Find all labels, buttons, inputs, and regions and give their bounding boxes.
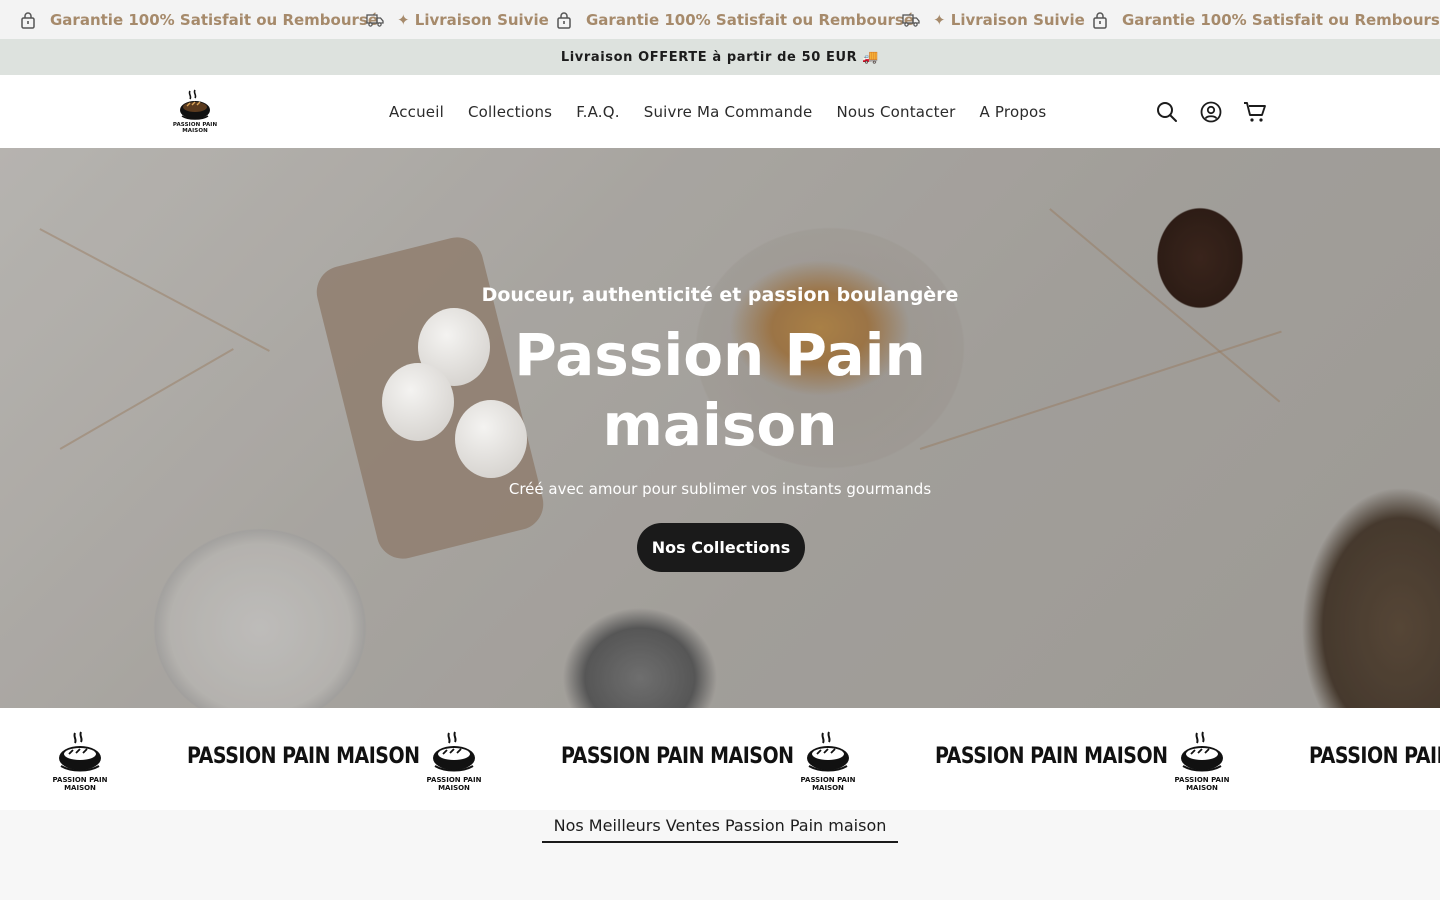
- brand-logo-caption: PASSION PAIN MAISON: [1174, 776, 1230, 792]
- cart-button[interactable]: [1242, 99, 1268, 125]
- hero-title-line2: maison: [602, 391, 838, 459]
- brand-logo: PASSION PAIN MAISON: [417, 730, 491, 792]
- account-button[interactable]: [1198, 99, 1224, 125]
- best-sellers-section: Nos Meilleurs Ventes Passion Pain maison: [0, 810, 1440, 900]
- lock-icon: [557, 11, 571, 29]
- hero-title: Passion Pain maison: [0, 320, 1440, 460]
- brand-logo-caption: PASSION PAIN MAISON: [800, 776, 856, 792]
- nav-a-propos[interactable]: A Propos: [968, 103, 1059, 121]
- ticker-item-delivery: ✦ Livraison Suivie: [366, 0, 549, 39]
- cart-icon: [1244, 102, 1266, 122]
- tab-best-sellers[interactable]: Nos Meilleurs Ventes Passion Pain maison: [542, 810, 898, 843]
- brand-wordmark: PASSION PAIN MAISON: [187, 743, 420, 769]
- ticker-text: Garantie 100% Satisfait ou Remboursé: [586, 10, 915, 29]
- nav-suivre-commande[interactable]: Suivre Ma Commande: [632, 103, 825, 121]
- nav-nous-contacter[interactable]: Nous Contacter: [824, 103, 967, 121]
- announcement-bar: Livraison OFFERTE à partir de 50 EUR 🚚: [0, 39, 1440, 75]
- header-icons: [1136, 99, 1268, 125]
- search-button[interactable]: [1154, 99, 1180, 125]
- ticker-item-delivery: ✦ Livraison Suivie: [902, 0, 1085, 39]
- site-header: PASSION PAIN MAISON Accueil Collections …: [0, 75, 1440, 148]
- search-icon: [1157, 102, 1177, 122]
- ticker-text: ✦ Livraison Suivie: [933, 10, 1085, 29]
- brand-wordmark: PASSION PAIN MAISON: [1309, 743, 1440, 769]
- main-nav: Accueil Collections F.A.Q. Suivre Ma Com…: [377, 75, 1058, 148]
- account-icon: [1200, 101, 1222, 123]
- lock-icon: [1093, 11, 1107, 29]
- truck-icon: [902, 13, 920, 27]
- ticker-text: ✦ Livraison Suivie: [397, 10, 549, 29]
- hero-banner: Douceur, authenticité et passion boulang…: [0, 148, 1440, 708]
- brand-logo: PASSION PAIN MAISON: [791, 730, 865, 792]
- site-logo[interactable]: PASSION PAIN MAISON: [168, 88, 222, 134]
- brand-logo-caption: PASSION PAIN MAISON: [52, 776, 108, 792]
- brand-wordmark: PASSION PAIN MAISON: [935, 743, 1168, 769]
- trust-ticker: Garantie 100% Satisfait ou Remboursé ✦ L…: [0, 0, 1440, 39]
- brand-logo: PASSION PAIN MAISON: [43, 730, 117, 792]
- nav-collections[interactable]: Collections: [456, 103, 564, 121]
- hero-content: Douceur, authenticité et passion boulang…: [0, 148, 1440, 708]
- announcement-text: Livraison OFFERTE à partir de 50 EUR 🚚: [560, 49, 880, 65]
- ticker-item-guarantee: Garantie 100% Satisfait ou Remboursé: [20, 0, 378, 39]
- lock-icon: [21, 11, 35, 29]
- ticker-item-guarantee: Garantie 100% Satisfait ou Remboursé: [556, 0, 914, 39]
- brand-logo-caption: PASSION PAIN MAISON: [426, 776, 482, 792]
- ticker-item-guarantee: Garantie 100% Satisfait ou Remboursé: [1092, 0, 1440, 39]
- brand-wordmark: PASSION PAIN MAISON: [561, 743, 794, 769]
- logo-caption: PASSION PAIN MAISON: [172, 122, 218, 134]
- ticker-text: Garantie 100% Satisfait ou Remboursé: [1122, 10, 1440, 29]
- brand-logo-marquee: PASSION PAIN MAISON PASSION PAIN MAISON …: [0, 708, 1440, 810]
- nav-accueil[interactable]: Accueil: [377, 103, 456, 121]
- ticker-text: Garantie 100% Satisfait ou Remboursé: [50, 10, 379, 29]
- hero-title-line1: Passion Pain: [514, 321, 926, 389]
- nos-collections-button[interactable]: Nos Collections: [637, 523, 805, 572]
- hero-subtitle: Douceur, authenticité et passion boulang…: [481, 284, 959, 306]
- truck-icon: [366, 13, 384, 27]
- brand-logo: PASSION PAIN MAISON: [1165, 730, 1239, 792]
- nav-faq[interactable]: F.A.Q.: [564, 103, 632, 121]
- hero-description: Créé avec amour pour sublimer vos instan…: [508, 480, 932, 498]
